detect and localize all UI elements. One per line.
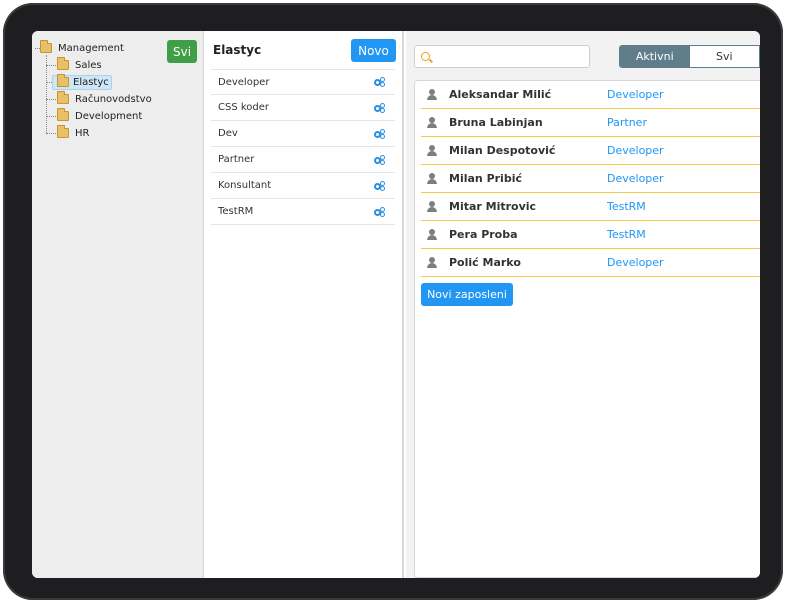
cogs-icon[interactable] (374, 180, 386, 191)
role-label: CSS koder (218, 102, 270, 113)
employee-name[interactable]: Polić Marko (449, 256, 607, 269)
tree-node-selected: Elastyc (52, 74, 112, 90)
tree-node-label: Računovodstvo (75, 93, 152, 105)
show-all-button[interactable]: Svi (167, 40, 197, 63)
employee-name[interactable]: Pera Proba (449, 228, 607, 241)
tree-connector (46, 55, 47, 133)
user-icon (427, 89, 437, 100)
role-item[interactable]: Developer (211, 69, 395, 95)
role-label: Partner (218, 154, 255, 165)
roles-panel: Elastyc Novo Developer CSS koder Dev Par… (204, 31, 404, 578)
role-item[interactable]: TestRM (211, 199, 395, 225)
tree-node-hr[interactable]: HR (57, 125, 91, 141)
employee-row[interactable]: Mitar Mitrovic TestRM (421, 193, 760, 221)
folder-icon (57, 125, 69, 138)
user-icon (427, 145, 437, 156)
employee-row[interactable]: Milan Pribić Developer (421, 165, 760, 193)
employee-role-link[interactable]: Developer (607, 172, 664, 185)
employee-name[interactable]: Bruna Labinjan (449, 116, 607, 129)
employee-row[interactable]: Pera Proba TestRM (421, 221, 760, 249)
tree-node-development[interactable]: Development (57, 108, 144, 124)
employee-name[interactable]: Milan Pribić (449, 172, 607, 185)
tree-connector (46, 99, 56, 100)
employee-row[interactable]: Polić Marko Developer (421, 249, 760, 277)
cogs-icon[interactable] (374, 206, 386, 217)
role-label: Dev (218, 128, 238, 139)
folder-icon (40, 40, 52, 53)
role-item[interactable]: Dev (211, 121, 395, 147)
search-icon (421, 52, 430, 61)
roles-panel-title: Elastyc (213, 43, 262, 57)
employee-name[interactable]: Mitar Mitrovic (449, 200, 607, 213)
tree-connector (46, 133, 56, 134)
employee-row[interactable]: Aleksandar Milić Developer (421, 81, 760, 109)
user-icon (427, 257, 437, 268)
org-tree-panel: Management Sales Elastyc Računovodstvo D… (32, 31, 204, 578)
role-label: TestRM (218, 206, 254, 217)
new-role-button[interactable]: Novo (351, 39, 396, 62)
user-icon (427, 117, 437, 128)
cogs-icon[interactable] (374, 102, 386, 113)
user-icon (427, 173, 437, 184)
employee-role-link[interactable]: Partner (607, 116, 647, 129)
cogs-icon[interactable] (374, 77, 386, 87)
user-icon (427, 229, 437, 240)
tree-node-management[interactable]: Management (40, 40, 126, 56)
employees-panel: Aktivni Svi Aleksandar Milić Developer B… (406, 31, 760, 578)
user-icon (427, 201, 437, 212)
folder-icon (57, 74, 69, 87)
role-label: Developer (218, 76, 270, 88)
employee-row[interactable]: Bruna Labinjan Partner (421, 109, 760, 137)
employee-role-link[interactable]: Developer (607, 256, 664, 269)
tree-node-label: Management (58, 42, 124, 54)
tree-connector (46, 65, 56, 66)
role-item[interactable]: CSS koder (211, 95, 395, 121)
folder-icon (57, 91, 69, 104)
search-box[interactable] (414, 45, 590, 68)
role-label: Konsultant (218, 180, 272, 191)
tree-node-label: Development (75, 110, 143, 122)
filter-all-button[interactable]: Svi (689, 46, 759, 67)
employee-name[interactable]: Milan Despotović (449, 144, 607, 157)
employee-role-link[interactable]: Developer (607, 144, 664, 157)
filter-active-button[interactable]: Aktivni (620, 46, 690, 67)
tree-node-label: Elastyc (73, 76, 109, 88)
app-screen: Management Sales Elastyc Računovodstvo D… (32, 31, 760, 578)
role-item[interactable]: Konsultant (211, 173, 395, 199)
folder-icon (57, 57, 69, 70)
employee-row[interactable]: Milan Despotović Developer (421, 137, 760, 165)
employee-role-link[interactable]: TestRM (607, 228, 646, 241)
new-employee-button[interactable]: Novi zaposleni (421, 283, 513, 306)
tree-node-sales[interactable]: Sales (57, 57, 104, 73)
tree-connector (46, 116, 56, 117)
cogs-icon[interactable] (374, 154, 386, 165)
tree-node-elastyc[interactable]: Elastyc (52, 74, 112, 90)
role-list: Developer CSS koder Dev Partner Konsulta… (211, 69, 395, 225)
search-input[interactable] (435, 48, 585, 65)
tree-node-label: HR (75, 127, 90, 139)
folder-icon (57, 108, 69, 121)
employee-role-link[interactable]: TestRM (607, 200, 646, 213)
tree-node-label: Sales (75, 59, 102, 71)
employee-role-link[interactable]: Developer (607, 88, 664, 101)
employee-list: Aleksandar Milić Developer Bruna Labinja… (421, 81, 760, 277)
tree-node-racunovodstvo[interactable]: Računovodstvo (57, 91, 154, 107)
status-filter-toggle: Aktivni Svi (619, 45, 760, 68)
role-item[interactable]: Partner (211, 147, 395, 173)
employee-name[interactable]: Aleksandar Milić (449, 88, 607, 101)
cogs-icon[interactable] (374, 128, 386, 139)
employee-list-card: Aleksandar Milić Developer Bruna Labinja… (414, 80, 760, 578)
tablet-frame: Management Sales Elastyc Računovodstvo D… (3, 3, 783, 600)
